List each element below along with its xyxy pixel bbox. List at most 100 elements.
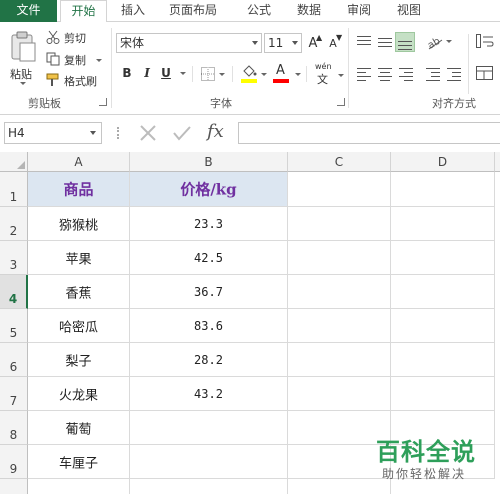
cell[interactable] [391, 309, 495, 343]
cell[interactable] [288, 241, 391, 275]
tab-data[interactable]: 数据 [288, 0, 330, 22]
name-box[interactable]: H4 [4, 122, 102, 144]
table-cell-price[interactable]: 42.5 [130, 241, 288, 275]
cell[interactable] [391, 275, 495, 309]
row-header-3[interactable]: 3 [0, 241, 28, 275]
insert-function-icon[interactable]: fx [207, 121, 224, 142]
column-header-b[interactable]: B [130, 152, 288, 172]
orientation-button[interactable]: ab [426, 32, 454, 52]
select-all-button[interactable] [0, 152, 28, 172]
merge-center-button[interactable] [476, 66, 496, 84]
divider-line [306, 66, 307, 82]
format-painter-button[interactable]: 格式刷 [46, 71, 106, 89]
row-header-2[interactable]: 2 [0, 207, 28, 241]
divider-line [468, 34, 469, 94]
cell[interactable] [288, 172, 391, 207]
table-cell-product[interactable]: 火龙果 [28, 377, 130, 411]
underline-button[interactable]: U [155, 63, 177, 83]
align-top-button[interactable] [357, 36, 371, 48]
decrease-indent-button[interactable] [426, 68, 440, 81]
table-cell-price[interactable]: 43.2 [130, 377, 288, 411]
cell[interactable] [288, 377, 391, 411]
row-header-6[interactable]: 6 [0, 343, 28, 377]
bold-button[interactable]: B [116, 63, 138, 83]
tab-view[interactable]: 视图 [388, 0, 430, 22]
table-cell-price[interactable]: 28.2 [130, 343, 288, 377]
brush-icon [46, 73, 59, 86]
column-header-a[interactable]: A [28, 152, 130, 172]
cell[interactable] [391, 377, 495, 411]
chevron-down-icon [292, 41, 298, 45]
table-cell-product[interactable]: 猕猴桃 [28, 207, 130, 241]
align-bottom-button[interactable] [395, 32, 415, 52]
row-header-1[interactable]: 1 [0, 172, 28, 207]
tab-file[interactable]: 文件 [0, 0, 57, 22]
paste-dropdown-icon[interactable] [20, 82, 26, 85]
tab-insert[interactable]: 插入 [112, 0, 154, 22]
row-header-9[interactable]: 9 [0, 445, 28, 479]
cell[interactable] [130, 479, 288, 494]
column-header-e[interactable] [495, 152, 500, 172]
enter-check-icon[interactable] [172, 124, 192, 142]
table-cell-product[interactable]: 苹果 [28, 241, 130, 275]
table-cell-product[interactable]: 哈密瓜 [28, 309, 130, 343]
align-bottom-icon [398, 37, 412, 50]
table-cell-price[interactable] [130, 445, 288, 479]
table-cell-product[interactable]: 葡萄 [28, 411, 130, 445]
cell[interactable] [391, 172, 495, 207]
copy-button[interactable]: 复制 [46, 50, 106, 68]
font-name-select[interactable]: 宋体 [116, 33, 262, 53]
align-middle-button[interactable] [378, 36, 392, 48]
font-size-select[interactable]: 11 [264, 33, 302, 53]
align-left-button[interactable] [357, 68, 371, 81]
align-center-button[interactable] [378, 68, 392, 81]
clipboard-launcher-icon[interactable] [99, 98, 107, 106]
formula-input[interactable] [238, 122, 500, 144]
row-header-5[interactable]: 5 [0, 309, 28, 343]
column-header-c[interactable]: C [288, 152, 391, 172]
svg-text:ab: ab [426, 36, 442, 50]
cut-button[interactable]: 剪切 [46, 28, 102, 46]
fill-color-dropdown-icon [261, 73, 267, 76]
copy-dropdown-icon[interactable] [96, 59, 102, 62]
tab-home[interactable]: 开始 [60, 0, 107, 23]
paste-button[interactable]: 粘贴 [6, 28, 40, 86]
table-cell-product[interactable]: 香蕉 [28, 275, 130, 309]
tab-formulas[interactable]: 公式 [238, 0, 280, 22]
phonetic-guide-button[interactable]: wén 文 [312, 62, 346, 86]
cell[interactable] [288, 343, 391, 377]
row-header-8[interactable]: 8 [0, 411, 28, 445]
table-cell-price[interactable]: 23.3 [130, 207, 288, 241]
table-header-cell[interactable]: 商品 [28, 172, 130, 207]
cell[interactable] [391, 207, 495, 241]
shrink-font-button[interactable]: A ▼ [324, 33, 342, 53]
column-header-d[interactable]: D [391, 152, 495, 172]
cell[interactable] [391, 241, 495, 275]
tab-review[interactable]: 审阅 [338, 0, 380, 22]
increase-indent-button[interactable] [447, 68, 461, 81]
row-header-4[interactable]: 4 [0, 275, 28, 309]
table-cell-price[interactable] [130, 411, 288, 445]
underline-dropdown-icon[interactable] [180, 72, 186, 75]
cell[interactable] [391, 343, 495, 377]
font-launcher-icon[interactable] [337, 98, 345, 106]
table-cell-product[interactable]: 梨子 [28, 343, 130, 377]
font-color-button[interactable]: A [272, 63, 302, 85]
tab-page-layout[interactable]: 页面布局 [160, 0, 226, 22]
cell[interactable] [28, 479, 130, 494]
table-cell-price[interactable]: 36.7 [130, 275, 288, 309]
row-header-10[interactable] [0, 479, 28, 494]
borders-button[interactable] [199, 65, 227, 83]
cell[interactable] [288, 275, 391, 309]
table-header-cell[interactable]: 价格/kg [130, 172, 288, 207]
grow-font-button[interactable]: A ▲ [304, 33, 323, 53]
fill-color-button[interactable] [240, 63, 267, 85]
align-right-button[interactable] [399, 68, 413, 81]
cell[interactable] [288, 207, 391, 241]
table-cell-product[interactable]: 车厘子 [28, 445, 130, 479]
table-cell-price[interactable]: 83.6 [130, 309, 288, 343]
cell[interactable] [288, 309, 391, 343]
row-header-7[interactable]: 7 [0, 377, 28, 411]
cancel-icon[interactable] [139, 124, 157, 142]
wrap-text-button[interactable] [476, 34, 496, 52]
